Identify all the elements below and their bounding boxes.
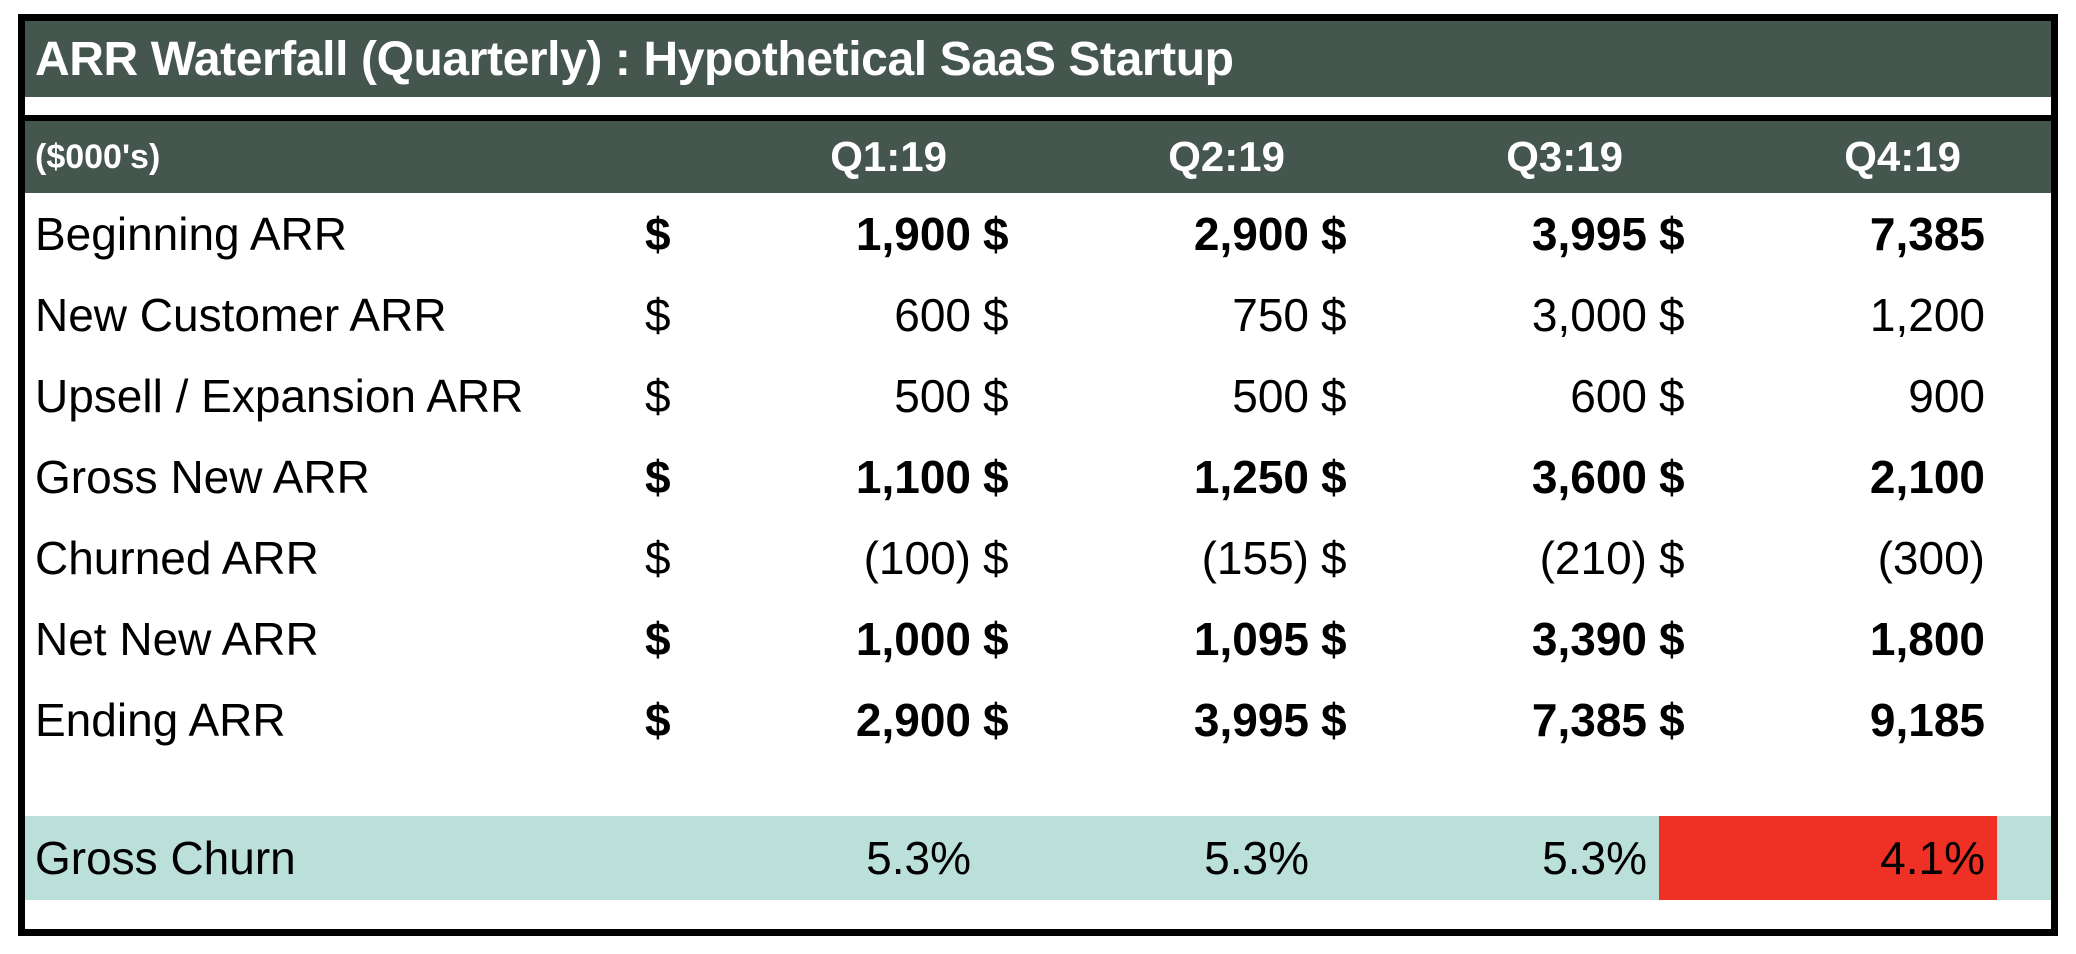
currency-symbol: $ <box>645 369 671 422</box>
row-label: Upsell / Expansion ARR <box>35 369 524 422</box>
column-header-row: ($000's) Q1:19 Q2:19 Q3:19 Q4:19 <box>25 121 2051 193</box>
cell-value: 2,900 <box>1193 207 1309 260</box>
currency-symbol: $ <box>645 612 671 665</box>
cell-value: 3,995 <box>1193 693 1309 746</box>
cell-value: 750 <box>1232 288 1309 341</box>
table-row: New Customer ARR $ 600 $ 750 $ 3,000 $ 1… <box>25 274 2051 355</box>
arr-waterfall-table: ARR Waterfall (Quarterly) : Hypothetical… <box>18 14 2058 936</box>
currency-symbol: $ <box>1321 612 1347 665</box>
table-row: Net New ARR $ 1,000 $ 1,095 $ 3,390 $ 1,… <box>25 598 2051 679</box>
cell-value: (155) <box>1201 531 1309 584</box>
row-label: Beginning ARR <box>35 207 347 260</box>
column-header-q3: Q3:19 <box>1506 133 1623 180</box>
cell-value: 2,100 <box>1869 450 1985 503</box>
cell-value: (300) <box>1877 531 1985 584</box>
currency-symbol: $ <box>983 207 1009 260</box>
currency-symbol: $ <box>1321 288 1347 341</box>
row-label: Ending ARR <box>35 693 286 746</box>
currency-symbol: $ <box>983 369 1009 422</box>
cell-value: 1,250 <box>1193 450 1309 503</box>
cell-value: (210) <box>1539 531 1647 584</box>
cell-value: 1,000 <box>855 612 971 665</box>
cell-value: 1,200 <box>1869 288 1985 341</box>
title-divider <box>25 97 2051 121</box>
cell-value: 600 <box>1570 369 1647 422</box>
cell-value: 3,995 <box>1531 207 1647 260</box>
gross-churn-q3: 5.3% <box>1321 816 1659 900</box>
currency-symbol: $ <box>1321 450 1347 503</box>
currency-symbol: $ <box>983 693 1009 746</box>
gross-churn-label: Gross Churn <box>35 832 296 884</box>
gross-churn-q2: 5.3% <box>983 816 1321 900</box>
table-row: Gross New ARR $ 1,100 $ 1,250 $ 3,600 $ … <box>25 436 2051 517</box>
cell-value: 1,900 <box>855 207 971 260</box>
row-label: Net New ARR <box>35 612 319 665</box>
gross-churn-q4: 4.1% <box>1659 816 1997 900</box>
currency-symbol: $ <box>1659 612 1685 665</box>
cell-value: 3,000 <box>1531 288 1647 341</box>
page-title: ARR Waterfall (Quarterly) : Hypothetical… <box>35 32 1234 86</box>
cell-value: 1,095 <box>1193 612 1309 665</box>
table-row: Upsell / Expansion ARR $ 500 $ 500 $ 600… <box>25 355 2051 436</box>
column-header-q4: Q4:19 <box>1844 133 1961 180</box>
table-title-bar: ARR Waterfall (Quarterly) : Hypothetical… <box>25 21 2051 97</box>
table-row: Ending ARR $ 2,900 $ 3,995 $ 7,385 $ 9,1… <box>25 679 2051 760</box>
cell-value: 2,900 <box>855 693 971 746</box>
cell-value: 1,800 <box>1869 612 1985 665</box>
cell-value: 600 <box>894 288 971 341</box>
row-label: New Customer ARR <box>35 288 447 341</box>
row-label: Gross New ARR <box>35 450 370 503</box>
currency-symbol: $ <box>1659 450 1685 503</box>
cell-value: 3,600 <box>1531 450 1647 503</box>
currency-symbol: $ <box>1659 207 1685 260</box>
currency-symbol: $ <box>1659 288 1685 341</box>
currency-symbol: $ <box>983 450 1009 503</box>
currency-symbol: $ <box>983 288 1009 341</box>
currency-symbol: $ <box>645 288 671 341</box>
cell-value: 7,385 <box>1869 207 1985 260</box>
cell-value: 900 <box>1908 369 1985 422</box>
currency-symbol: $ <box>1321 531 1347 584</box>
currency-symbol: $ <box>1659 531 1685 584</box>
cell-value: 7,385 <box>1531 693 1647 746</box>
column-header-q2: Q2:19 <box>1168 133 1285 180</box>
currency-symbol: $ <box>1321 369 1347 422</box>
currency-symbol: $ <box>983 612 1009 665</box>
currency-symbol: $ <box>1321 207 1347 260</box>
units-label: ($000's) <box>35 137 161 176</box>
currency-symbol: $ <box>645 693 671 746</box>
row-label: Churned ARR <box>35 531 319 584</box>
currency-symbol: $ <box>1659 369 1685 422</box>
cell-value: 500 <box>1232 369 1309 422</box>
table-row: Beginning ARR $ 1,900 $ 2,900 $ 3,995 $ … <box>25 193 2051 274</box>
currency-symbol: $ <box>983 531 1009 584</box>
currency-symbol: $ <box>645 207 671 260</box>
currency-symbol: $ <box>1321 693 1347 746</box>
table-row: Churned ARR $ (100) $ (155) $ (210) $ (3… <box>25 517 2051 598</box>
cell-value: (100) <box>863 531 971 584</box>
currency-symbol: $ <box>645 450 671 503</box>
cell-value: 9,185 <box>1869 693 1985 746</box>
cell-value: 3,390 <box>1531 612 1647 665</box>
gross-churn-q1: 5.3% <box>645 816 983 900</box>
currency-symbol: $ <box>645 531 671 584</box>
column-header-q1: Q1:19 <box>830 133 947 180</box>
cell-value: 1,100 <box>855 450 971 503</box>
cell-value: 500 <box>894 369 971 422</box>
spacer-row <box>25 760 2051 816</box>
gross-churn-row: Gross Churn 5.3% 5.3% 5.3% 4.1% <box>25 816 2051 900</box>
currency-symbol: $ <box>1659 693 1685 746</box>
